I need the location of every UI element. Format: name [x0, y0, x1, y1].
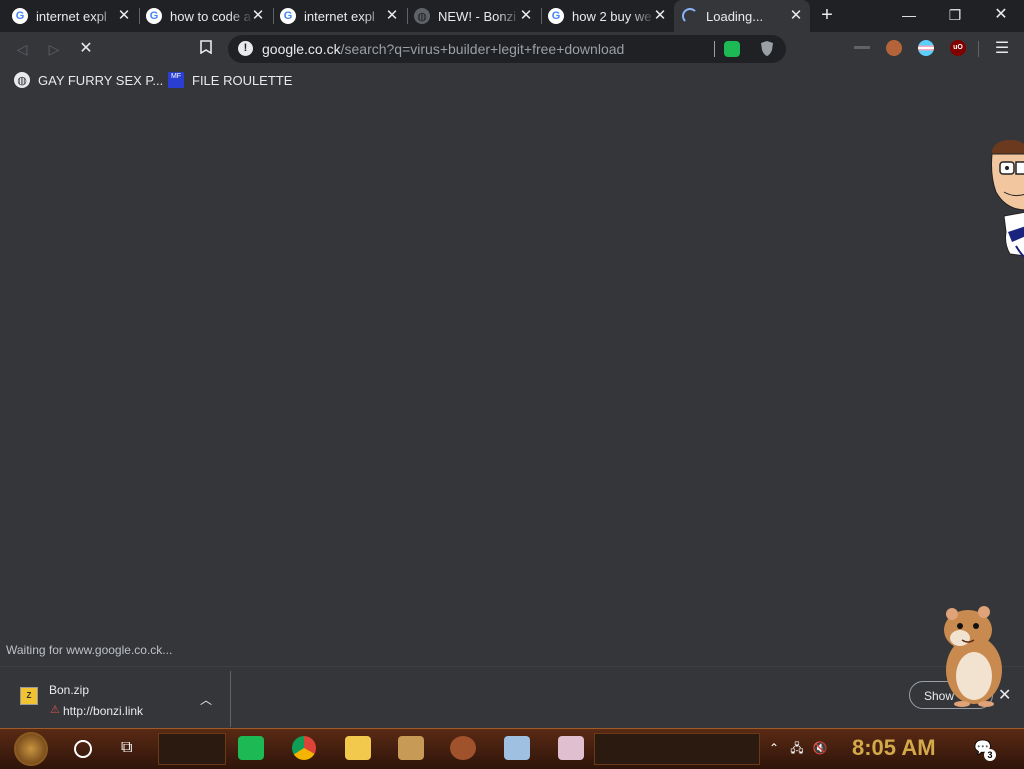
google-icon: G	[280, 8, 296, 24]
tab-title: Loading...	[706, 8, 764, 24]
bookmarks-bar: ◍ GAY FURRY SEX P... MF FILE ROULETTE	[0, 66, 1024, 96]
file-explorer-icon[interactable]	[345, 736, 371, 760]
google-icon: G	[12, 8, 28, 24]
tab-5[interactable]: G how 2 buy we ✕	[540, 0, 674, 32]
omnibox-divider	[714, 41, 715, 57]
bonzi-app-icon[interactable]	[398, 736, 424, 760]
download-item[interactable]: Z Bon.zip ⚠ http://bonzi.link ︿	[10, 671, 231, 727]
start-button[interactable]	[14, 732, 48, 766]
download-filename: Bon.zip	[49, 683, 90, 697]
restore-button[interactable]: ❐	[932, 0, 978, 30]
taskbar: ⧉ ⌃ 🖧 🔇 8:05 AM 💬 3	[0, 728, 1024, 769]
network-icon[interactable]: 🖧	[789, 741, 805, 755]
status-bubble: Waiting for www.google.co.ck...	[0, 640, 179, 660]
bookmark-item[interactable]: MF FILE ROULETTE	[168, 72, 292, 88]
ublock-icon[interactable]: uO	[950, 40, 966, 56]
globe-icon: ◍	[14, 72, 30, 88]
extension-dim-icon[interactable]	[854, 46, 870, 49]
page-content	[0, 96, 1024, 666]
volume-muted-icon[interactable]: 🔇	[812, 741, 828, 755]
tab-4[interactable]: ◍ NEW! - Bonzi ✕	[406, 0, 540, 32]
close-icon[interactable]: ✕	[250, 8, 266, 24]
new-tab-button[interactable]: +	[816, 4, 838, 26]
close-window-button[interactable]: ✕	[978, 0, 1024, 30]
url-path: /search?q=virus+builder+legit+free+downl…	[340, 41, 625, 57]
loading-spinner-icon	[682, 8, 698, 24]
tab-title: NEW! - Bonzi	[438, 8, 517, 24]
notification-count-badge: 3	[984, 749, 996, 761]
bookmark-label: FILE ROULETTE	[192, 72, 293, 88]
address-bar-text: google.co.ck/search?q=virus+builder+legi…	[262, 41, 624, 57]
close-icon[interactable]: ✕	[116, 8, 132, 24]
bookmark-item[interactable]: ◍ GAY FURRY SEX P...	[14, 72, 163, 88]
forward-button[interactable]: ▷	[44, 39, 64, 59]
tab-title: internet expl	[304, 8, 375, 24]
back-button[interactable]: ◁	[12, 39, 32, 59]
tab-title: how to code a	[170, 8, 251, 24]
toolbar-divider	[978, 41, 979, 57]
file-roulette-icon: MF	[168, 72, 184, 88]
close-icon[interactable]: ✕	[652, 8, 668, 24]
tab-6-active[interactable]: Loading... ✕	[674, 0, 810, 32]
hamster-image	[938, 604, 1008, 708]
close-icon[interactable]: ✕	[788, 8, 804, 24]
toolbar: ◁ ▷ ✕ ! google.co.ck/search?q=virus+buil…	[0, 32, 1024, 66]
hamster-app-icon[interactable]	[450, 736, 476, 760]
google-icon: G	[548, 8, 564, 24]
cartoon-character-image	[986, 136, 1024, 260]
info-icon[interactable]: !	[238, 41, 253, 56]
globe-icon: ◍	[414, 8, 430, 24]
address-bar[interactable]: ! google.co.ck/search?q=virus+builder+le…	[228, 35, 786, 63]
avatar-extension-icon[interactable]	[886, 40, 902, 56]
bookmark-icon[interactable]	[196, 39, 216, 59]
download-shelf: Z Bon.zip ⚠ http://bonzi.link ︿ Show ✕	[0, 666, 1024, 729]
tab-3[interactable]: G internet expl ✕	[272, 0, 406, 32]
chevron-up-icon[interactable]: ︿	[200, 691, 212, 708]
tab-title: internet expl	[36, 8, 107, 24]
search-icon[interactable]	[74, 740, 92, 758]
url-host: google.co.ck	[262, 41, 341, 57]
chrome-app-icon[interactable]	[292, 736, 316, 760]
menu-icon[interactable]: ☰	[992, 39, 1012, 59]
bookmark-label: GAY FURRY SEX P...	[38, 72, 164, 88]
spotify-app-icon[interactable]	[238, 736, 264, 760]
taskbar-clock[interactable]: 8:05 AM	[852, 735, 936, 761]
tab-2[interactable]: G how to code a ✕	[138, 0, 272, 32]
extension-green-icon[interactable]	[724, 41, 740, 57]
tab-title: how 2 buy we	[572, 8, 652, 24]
warning-icon: ⚠	[50, 704, 60, 716]
download-url: http://bonzi.link	[63, 704, 144, 718]
notepad-app-icon[interactable]	[504, 736, 530, 760]
tab-1[interactable]: G internet expl ✕	[4, 0, 138, 32]
shield-icon[interactable]	[760, 40, 774, 57]
close-icon[interactable]: ✕	[384, 8, 400, 24]
close-icon[interactable]: ✕	[518, 8, 534, 24]
taskbar-slot	[594, 733, 760, 765]
flag-extension-icon[interactable]	[918, 40, 934, 56]
minimize-button[interactable]: —	[886, 0, 932, 30]
stop-button[interactable]: ✕	[76, 39, 96, 59]
task-view-icon[interactable]: ⧉	[121, 739, 139, 757]
zip-file-icon: Z	[20, 687, 38, 705]
taskbar-slot	[158, 733, 226, 765]
paint-app-icon[interactable]	[558, 736, 584, 760]
tab-strip: G internet expl ✕ G how to code a ✕ G in…	[0, 0, 1024, 32]
google-icon: G	[146, 8, 162, 24]
chevron-up-icon[interactable]: ⌃	[766, 741, 782, 755]
